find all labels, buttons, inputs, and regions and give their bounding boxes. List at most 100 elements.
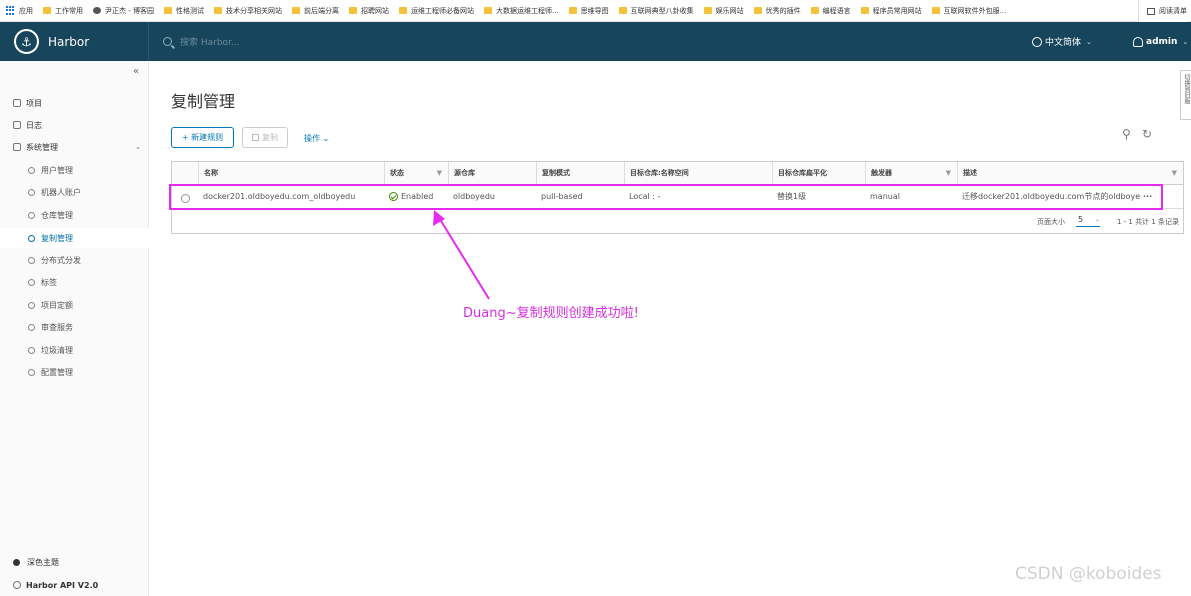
chevron-down-icon: ⌄ (1182, 37, 1189, 46)
filter-icon[interactable]: ▼ (946, 162, 951, 185)
language-label: 中文简体 (1045, 38, 1082, 48)
sidebar-item-robots[interactable]: 机器人账户 (28, 185, 146, 199)
user-menu[interactable]: admin ⌄ (1133, 22, 1188, 61)
copy-icon (252, 134, 259, 141)
column-header-mode[interactable]: 复制模式 (536, 162, 624, 185)
language-selector[interactable]: 中文简体 ⌄ (1032, 22, 1092, 61)
sidebar-item-registries[interactable]: 仓库管理 (28, 208, 146, 222)
bookmark-label: 尹正杰 - 博客园 (105, 6, 154, 15)
table-header: 名称 状态 ▼ 源仓库 复制模式 目标仓库:名称空间 目标仓库扁平化 触发器 ▼… (172, 162, 1183, 185)
sidebar-item-label: 系统管理 (26, 142, 58, 152)
moon-icon (13, 558, 20, 566)
bookmark-item[interactable]: 尹正杰 - 博客园 (93, 6, 154, 16)
page-size-select[interactable]: 5 ⌄ (1076, 214, 1100, 227)
bookmark-label: 互联网典型八卦收集 (630, 6, 694, 15)
sidebar-item-distributions[interactable]: 分布式分发 (28, 253, 146, 267)
collapse-sidebar-icon[interactable]: « (133, 66, 139, 77)
sidebar-item-label: 项目定额 (41, 300, 73, 310)
bookmark-label: 运维工程师必备网站 (410, 6, 474, 15)
bookmark-item[interactable]: 技术分享相关网站 (213, 6, 282, 16)
bookmark-item[interactable]: 互联网软件外包服... (931, 6, 1006, 16)
bookmark-item[interactable]: 思维导图 (568, 6, 609, 16)
column-header-label: 描述 (963, 169, 977, 177)
table-search-icon[interactable]: ⚲ (1122, 127, 1131, 141)
bookmark-label: 前后端分离 (303, 6, 339, 15)
column-header-description[interactable]: 描述 ▼ (957, 162, 1183, 185)
admin-icon (13, 143, 21, 151)
actions-label: 操作 (304, 134, 320, 143)
reading-list-icon (1147, 7, 1155, 15)
filter-icon[interactable]: ▼ (1172, 162, 1177, 185)
sidebar-item-gc[interactable]: 垃圾清理 (28, 343, 146, 357)
brand-name: Harbor (48, 34, 90, 49)
column-header-status[interactable]: 状态 ▼ (384, 162, 448, 185)
folder-icon (213, 7, 222, 14)
harbor-api-link[interactable]: Harbor API V2.0 (13, 578, 143, 592)
sidebar-item-label: 项目 (26, 98, 42, 108)
registry-icon (28, 211, 35, 219)
sidebar-item-interrogation[interactable]: 审查服务 (28, 320, 146, 334)
dark-theme-label: 深色主题 (27, 557, 59, 567)
sidebar-item-users[interactable]: 用户管理 (28, 163, 146, 177)
bookmark-item[interactable]: 性格测试 (163, 6, 204, 16)
sidebar-item-config[interactable]: 配置管理 (28, 365, 146, 379)
gear-icon (28, 368, 35, 376)
folder-icon (291, 7, 300, 14)
pagination-info: 1 - 1 共计 1 条记录 (1117, 218, 1180, 226)
switch-old-version-tab[interactable]: 切换到旧版 (1180, 70, 1191, 120)
column-header-name[interactable]: 名称 (198, 162, 384, 185)
column-header-destination[interactable]: 目标仓库:名称空间 (624, 162, 772, 185)
bookmark-item[interactable]: 大数据运维工程师... (483, 6, 559, 16)
reading-list[interactable]: 阅读清单 (1138, 0, 1187, 22)
filter-icon[interactable]: ▼ (437, 162, 442, 185)
bookmark-item[interactable]: 编程语言 (810, 6, 851, 16)
bookmark-item[interactable]: 运维工程师必备网站 (398, 6, 474, 16)
search-input[interactable]: 搜索 Harbor... (180, 35, 240, 48)
bookmark-item[interactable]: 娱乐网站 (703, 6, 744, 16)
bookmark-item[interactable]: 应用 (6, 6, 33, 16)
column-header-trigger[interactable]: 触发器 ▼ (865, 162, 957, 185)
sidebar-item-replications[interactable]: 复制管理 (28, 231, 146, 245)
logs-icon (13, 121, 21, 129)
chevron-down-icon: ⌄ (322, 134, 330, 143)
sidebar-item-label: 垃圾清理 (41, 345, 73, 355)
reading-list-label: 阅读清单 (1159, 7, 1187, 15)
column-header-flatten[interactable]: 目标仓库扁平化 (772, 162, 865, 185)
sidebar: « 项目 日志 系统管理 ⌄ 用户管理 机器人账户 仓库管理 复制管理 分布式分… (0, 61, 149, 596)
bookmark-item[interactable]: 工作常用 (43, 6, 83, 16)
sidebar-item-labels[interactable]: 标签 (28, 275, 146, 289)
refresh-icon[interactable]: ↻ (1142, 127, 1152, 141)
sidebar-item-logs[interactable]: 日志 (13, 118, 143, 132)
bookmark-item[interactable]: 前后端分离 (291, 6, 339, 16)
new-rule-button[interactable]: + 新建规则 (171, 127, 234, 148)
quota-icon (28, 301, 35, 309)
sidebar-item-label: 审查服务 (41, 322, 73, 332)
bookmark-item[interactable]: 优秀的插件 (753, 6, 801, 16)
chevron-down-icon[interactable]: ⌄ (135, 143, 141, 151)
sidebar-item-label: 用户管理 (41, 165, 73, 175)
bookmark-item[interactable]: 程序员常用网站 (860, 6, 922, 16)
actions-dropdown[interactable]: 操作 ⌄ (304, 133, 329, 144)
dark-theme-toggle[interactable]: 深色主题 (13, 555, 143, 569)
column-header-source[interactable]: 源仓库 (448, 162, 536, 185)
sidebar-item-system-admin[interactable]: 系统管理 (13, 140, 143, 154)
chevron-down-icon: ⌄ (1086, 37, 1092, 46)
bookmark-item[interactable]: 互联网典型八卦收集 (618, 6, 694, 16)
global-search[interactable]: 搜索 Harbor... (148, 22, 448, 61)
harbor-logo-icon[interactable]: ⚓ (14, 29, 39, 54)
folder-icon (568, 7, 577, 14)
replication-icon (28, 234, 35, 242)
sidebar-item-label: 分布式分发 (41, 255, 81, 265)
globe-icon (1032, 36, 1042, 47)
folder-icon (753, 7, 762, 14)
bookmark-label: 娱乐网站 (715, 6, 744, 15)
bookmark-item[interactable]: 招聘网站 (348, 6, 389, 16)
sidebar-item-quotas[interactable]: 项目定额 (28, 298, 146, 312)
sidebar-item-projects[interactable]: 项目 (13, 96, 143, 110)
tag-icon (28, 278, 35, 286)
users-icon (28, 166, 35, 174)
sidebar-item-label: 仓库管理 (41, 210, 73, 220)
copy-button[interactable]: 复制 (242, 127, 288, 148)
folder-icon (43, 7, 51, 14)
bookmarks-bar: 应用 工作常用 尹正杰 - 博客园 性格测试 技术分享相关网站 前后端分离 招聘网站 运维工程… (0, 0, 1191, 22)
